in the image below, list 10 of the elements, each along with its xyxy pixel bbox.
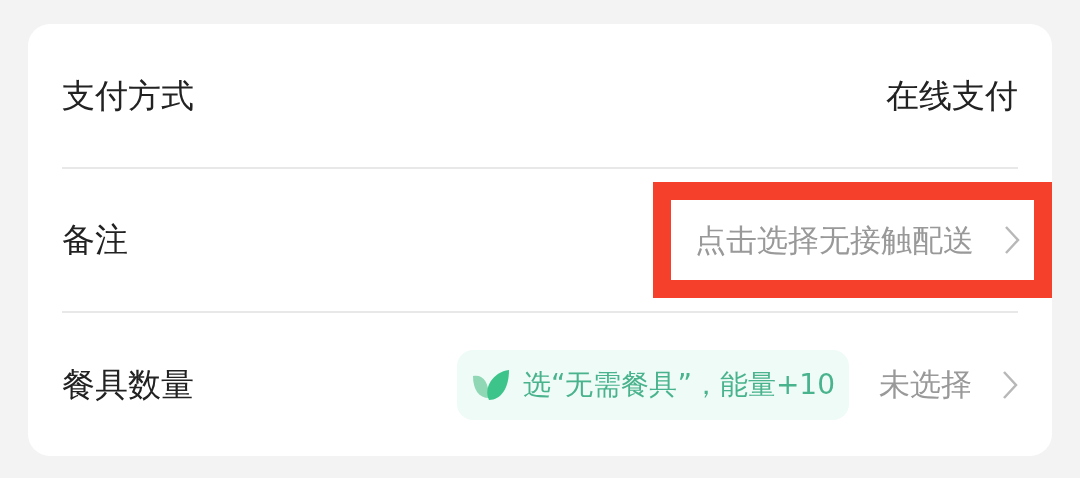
row-label: 餐具数量 <box>62 363 194 406</box>
row-label: 备注 <box>62 219 128 262</box>
chevron-right-icon <box>1004 225 1020 255</box>
row-label: 支付方式 <box>62 74 194 117</box>
badge-text: 选“无需餐具”，能量+10 <box>522 366 835 403</box>
remark-link[interactable]: 点击选择无接触配送 <box>695 216 1020 264</box>
tableware-select[interactable]: 未选择 <box>879 361 1018 408</box>
chevron-right-icon <box>1002 369 1018 400</box>
leaf-icon <box>470 367 511 402</box>
row-value: 在线支付 <box>886 74 1018 117</box>
